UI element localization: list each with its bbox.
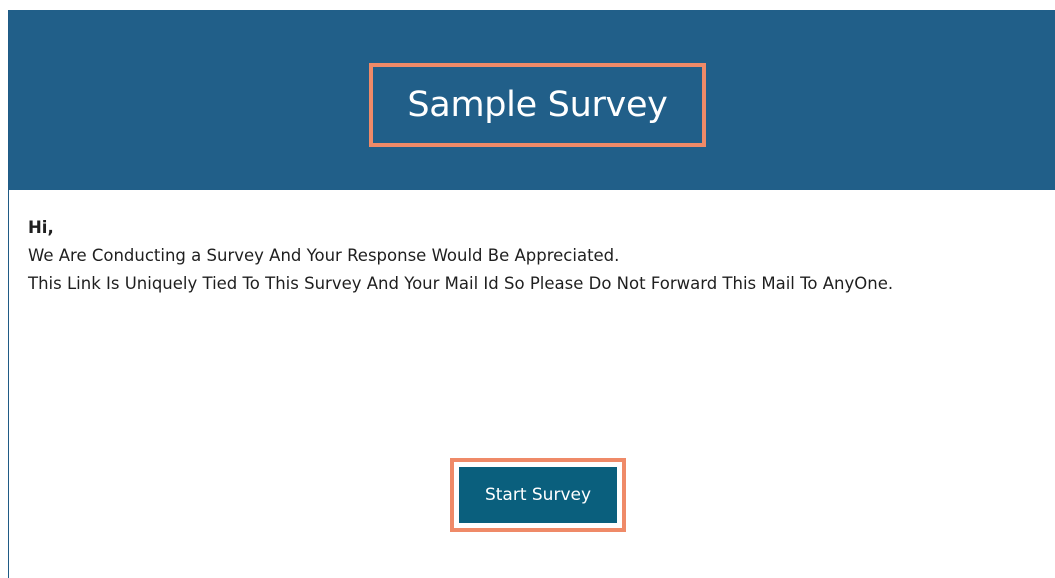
message-line-2: This Link Is Uniquely Tied To This Surve…	[28, 274, 894, 293]
header-banner: Sample Survey	[9, 10, 1055, 190]
email-frame: Sample Survey Hi, We Are Conducting a Su…	[8, 10, 1055, 578]
page-title: Sample Survey	[407, 85, 668, 125]
message-line-1: We Are Conducting a Survey And Your Resp…	[28, 246, 620, 265]
start-survey-button[interactable]: Start Survey	[459, 467, 617, 523]
greeting: Hi,	[28, 218, 54, 237]
start-button-highlight: Start Survey	[450, 458, 626, 532]
message-body: Hi, We Are Conducting a Survey And Your …	[28, 214, 1038, 298]
title-highlight: Sample Survey	[369, 63, 706, 147]
